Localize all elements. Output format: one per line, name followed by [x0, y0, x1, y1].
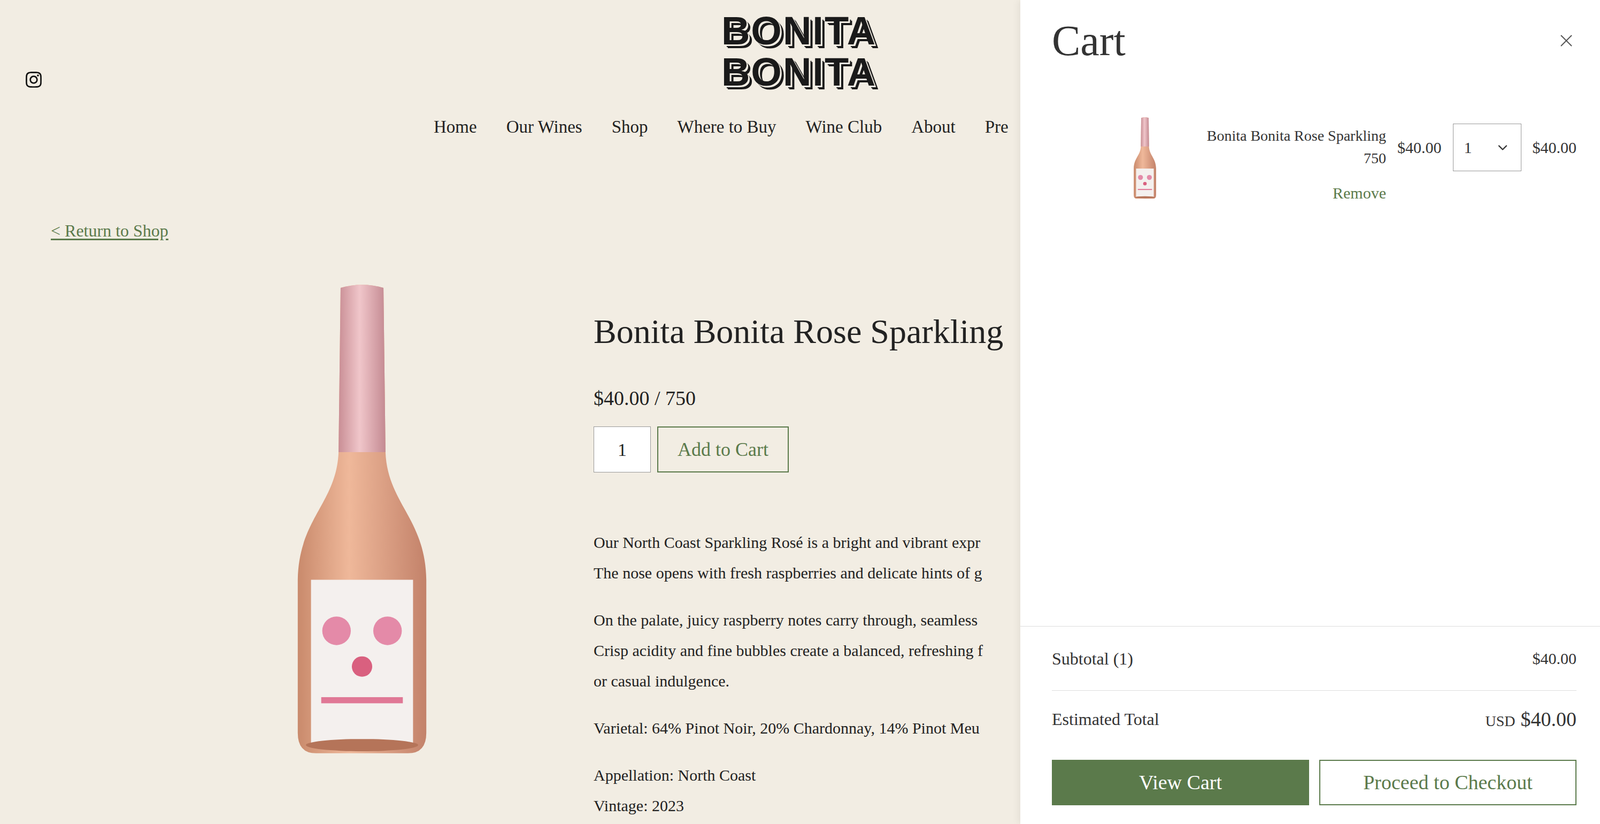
- description-line: Crisp acidity and fine bubbles create a …: [593, 634, 1021, 666]
- description-line: Our North Coast Sparkling Rosé is a brig…: [593, 526, 1021, 558]
- description-line: or casual indulgence.: [593, 665, 1021, 696]
- instagram-icon[interactable]: [24, 70, 43, 89]
- nav-item[interactable]: Where to Buy: [677, 116, 776, 138]
- spec-group: Appellation: North CoastVintage: 2023: [593, 759, 1021, 821]
- cart-item-image: [1132, 117, 1158, 199]
- subtotal-label: Subtotal (1): [1051, 645, 1134, 672]
- social-bar: [0, 0, 703, 93]
- nav-item[interactable]: Home: [433, 116, 478, 138]
- spacer: [1020, 204, 1600, 626]
- back-row: < Return to Shop: [0, 219, 1021, 242]
- cart-header: Cart: [1020, 0, 1600, 63]
- amount: $40.00: [1520, 703, 1578, 735]
- add-to-cart-button[interactable]: Add to Cart: [657, 426, 789, 473]
- cart-item-total: $40.00: [1532, 117, 1578, 160]
- subtotal-value: $40.00: [1532, 645, 1578, 671]
- estimated-total-row: Estimated Total USD$40.00: [1051, 690, 1577, 748]
- nav-item[interactable]: Wine Club: [805, 116, 883, 138]
- nav-item[interactable]: Our Wines: [506, 116, 583, 138]
- bottle-image: [295, 283, 429, 756]
- cart-buttons: View CartProceed to Checkout: [1051, 759, 1577, 805]
- logo-line: BONITA: [702, 51, 896, 93]
- product-title: Bonita Bonita Rose Sparkling: [593, 311, 1021, 352]
- spec-line: Vintage: 2023: [593, 789, 1021, 821]
- cart-item-name: Bonita Bonita Rose Sparkling: [1188, 124, 1387, 148]
- spec-line: Varietal: 64% Pinot Noir, 20% Chardonnay…: [593, 712, 1021, 743]
- checkout-button[interactable]: Proceed to Checkout: [1319, 759, 1577, 805]
- description-line: The nose opens with fresh raspberries an…: [593, 557, 1021, 588]
- quantity-value: 1: [1464, 135, 1473, 160]
- nav-item[interactable]: Pre: [985, 116, 1009, 138]
- close-icon[interactable]: [1556, 30, 1577, 51]
- page: BONITABONITA Home Our Wines Shop Where to Bu…: [0, 0, 1600, 824]
- product-main: Bonita Bonita Rose Sparkling $40.00 / 750…: [0, 283, 1021, 821]
- estimated-total-label: Estimated Total: [1051, 705, 1160, 732]
- site-header: BONITABONITA: [0, 0, 1021, 93]
- currency: USD: [1485, 709, 1515, 733]
- description-line: On the palate, juicy raspberry notes car…: [593, 604, 1021, 635]
- cart-item-info: Bonita Bonita Rose Sparkling750 Remove: [1188, 117, 1387, 205]
- logo-line: BONITA: [702, 10, 896, 52]
- chevron-down-icon: [1495, 140, 1511, 156]
- quantity-input[interactable]: 1: [593, 426, 651, 473]
- description-paragraph: On the palate, juicy raspberry notes car…: [593, 604, 1021, 696]
- cart-title: Cart: [1051, 19, 1126, 63]
- main-nav: Home Our Wines Shop Where to Buy Wine Club Ab…: [0, 116, 1021, 138]
- return-link[interactable]: < Return to Shop: [50, 220, 169, 241]
- nav-item[interactable]: Shop: [611, 116, 649, 138]
- quantity-select[interactable]: 1: [1452, 123, 1522, 172]
- cart-drawer: Cart Bonita Bonita Rose Sparkling750 Remov…: [1020, 0, 1600, 824]
- spec-line: Appellation: North Coast: [593, 759, 1021, 790]
- description-paragraph: Our North Coast Sparkling Rosé is a brig…: [593, 526, 1021, 588]
- cart-item-size: 750: [1188, 147, 1387, 170]
- product-price: $40.00 / 750: [593, 385, 1021, 411]
- logo[interactable]: BONITABONITA: [702, 0, 896, 93]
- spec-group: Varietal: 64% Pinot Noir, 20% Chardonnay…: [593, 712, 1021, 743]
- add-row: 1Add to Cart: [593, 426, 1021, 473]
- estimated-total-value: USD$40.00: [1485, 703, 1577, 735]
- cart-item: Bonita Bonita Rose Sparkling750 Remove $40…: [1020, 117, 1600, 205]
- cart-item-price: $40.00: [1397, 117, 1442, 160]
- description: Our North Coast Sparkling Rosé is a brig…: [593, 526, 1021, 821]
- product-page: BONITABONITA Home Our Wines Shop Where to Bu…: [0, 0, 1021, 824]
- view-cart-button[interactable]: View Cart: [1051, 759, 1310, 805]
- subtotal-row: Subtotal (1) $40.00: [1051, 626, 1577, 691]
- cart-footer: Subtotal (1)$40.00Estimated TotalUSD$40.…: [1020, 625, 1600, 824]
- nav-item[interactable]: About: [911, 116, 956, 138]
- product-info: Bonita Bonita Rose Sparkling $40.00 / 750…: [593, 283, 1021, 821]
- remove-link[interactable]: Remove: [1188, 181, 1387, 205]
- product-image: [0, 283, 594, 821]
